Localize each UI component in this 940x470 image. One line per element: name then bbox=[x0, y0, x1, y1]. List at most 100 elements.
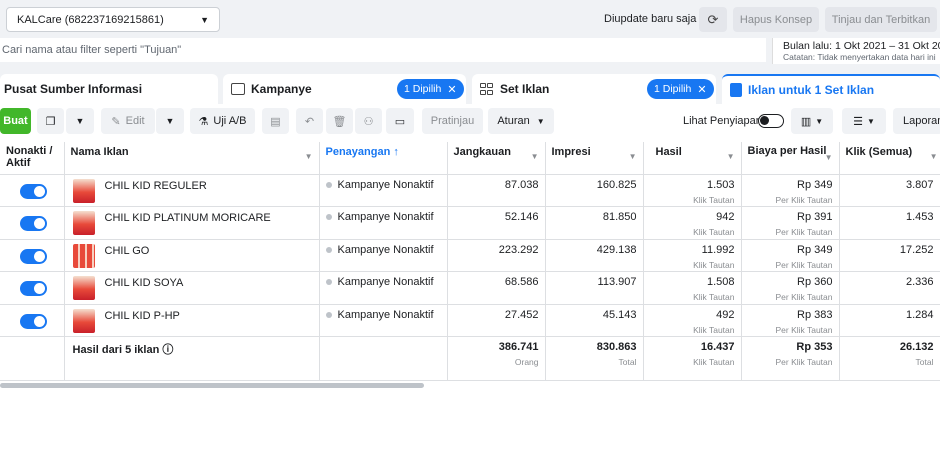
clicks-value: 17.252 bbox=[839, 239, 940, 272]
tab-info-center[interactable]: Pusat Sumber Informasi bbox=[0, 74, 218, 104]
adset-selected-label: 1 Dipilih bbox=[654, 83, 692, 95]
tab-campaigns[interactable]: Kampanye 1 Dipilih ✕ bbox=[223, 74, 466, 104]
ad-toggle[interactable] bbox=[20, 248, 47, 264]
caret-down-icon: ▼ bbox=[536, 116, 545, 126]
ad-toggle[interactable] bbox=[20, 183, 47, 199]
date-range-note: Catatan: Tidak menyertakan data hari ini bbox=[783, 52, 936, 62]
edit-button[interactable]: ✎ Edit bbox=[101, 108, 155, 134]
account-name: KALCare (682237169215861) bbox=[17, 13, 164, 26]
ad-toggle[interactable] bbox=[20, 281, 47, 296]
table-row[interactable]: CHIL KID SOYA Kampanye Nonaktif 68.586 1… bbox=[0, 271, 940, 305]
col-name[interactable]: Nama Iklan ▼ bbox=[64, 142, 320, 175]
ad-name[interactable]: CHIL KID PLATINUM MORICARE bbox=[105, 212, 271, 224]
breakdown-icon[interactable]: ☰ ▼ bbox=[842, 108, 886, 134]
account-selector[interactable]: KALCare (682237169215861) ▼ bbox=[6, 7, 220, 32]
ad-name[interactable]: CHIL KID REGULER bbox=[105, 180, 207, 192]
refresh-icon[interactable]: ⟳ bbox=[699, 7, 727, 32]
search-input[interactable]: Cari nama atau filter seperti "Tujuan" bbox=[0, 38, 766, 62]
ad-name[interactable]: CHIL KID P-HP bbox=[105, 310, 180, 322]
col-cost[interactable]: Biaya per Hasil ▼ bbox=[741, 142, 840, 175]
ab-test-button[interactable]: ⚗ Uji A/B bbox=[190, 108, 255, 134]
col-impressions-label: Impresi bbox=[551, 146, 591, 158]
delivery-status: Kampanye Nonaktif bbox=[337, 178, 434, 191]
close-icon[interactable]: ✕ bbox=[447, 83, 456, 96]
ad-name[interactable]: CHIL KID SOYA bbox=[105, 277, 184, 289]
table-row[interactable]: CHIL KID PLATINUM MORICARE Kampanye Nona… bbox=[0, 206, 940, 240]
reach-value: 52.146 bbox=[447, 206, 546, 240]
col-delivery[interactable]: Penayangan ↑ bbox=[319, 142, 448, 175]
col-clicks[interactable]: Klik (Semua) ▼ bbox=[839, 142, 940, 175]
totals-clicks-unit: Total bbox=[915, 357, 934, 367]
status-dot-icon bbox=[325, 279, 332, 286]
preview-button[interactable]: Pratinjau bbox=[422, 108, 483, 134]
date-range-picker[interactable]: Bulan lalu: 1 Okt 2021 – 31 Okt 2021 Cat… bbox=[772, 38, 940, 64]
trash-icon[interactable]: 🗑 bbox=[326, 108, 353, 134]
review-publish-button[interactable]: Tinjau dan Terbitkan bbox=[825, 7, 937, 32]
totals-cost: Rp 353 bbox=[796, 341, 833, 353]
clicks-value: 1.453 bbox=[839, 206, 940, 240]
horizontal-scrollbar[interactable] bbox=[0, 383, 424, 388]
impressions-value: 160.825 bbox=[545, 174, 644, 207]
delivery-status: Kampanye Nonaktif bbox=[337, 211, 434, 223]
table-row[interactable]: CHIL KID P-HP Kampanye Nonaktif 27.452 4… bbox=[0, 304, 940, 337]
create-button[interactable]: Buat bbox=[0, 108, 31, 134]
delivery-status: Kampanye Nonaktif bbox=[337, 276, 434, 288]
col-reach[interactable]: Jangkauan ▼ bbox=[447, 142, 546, 175]
caret-down-icon[interactable]: ▼ bbox=[156, 108, 184, 134]
duplicate-icon[interactable]: ❐ bbox=[37, 108, 64, 134]
updated-status: Diupdate baru saja bbox=[604, 13, 697, 25]
reach-value: 87.038 bbox=[447, 174, 546, 207]
caret-down-icon: ▼ bbox=[726, 152, 735, 161]
reach-value: 68.586 bbox=[447, 271, 546, 305]
table-row[interactable]: CHIL KID REGULER Kampanye Nonaktif 87.03… bbox=[0, 174, 940, 207]
ad-toggle[interactable] bbox=[20, 313, 47, 329]
columns-icon[interactable]: ▥ ▼ bbox=[791, 108, 833, 134]
col-cost-label: Biaya per Hasil bbox=[747, 145, 827, 157]
ad-thumbnail bbox=[72, 276, 95, 300]
table-row[interactable]: CHIL GO Kampanye Nonaktif 223.292 429.13… bbox=[0, 239, 940, 272]
clipboard-icon[interactable]: ▤ bbox=[262, 108, 289, 134]
caret-down-icon: ▼ bbox=[824, 153, 833, 162]
col-results[interactable]: Hasil ▼ bbox=[643, 142, 742, 175]
cost-value: Rp 383 bbox=[797, 308, 833, 321]
col-impressions[interactable]: Impresi ▼ bbox=[545, 142, 644, 175]
tab-ads[interactable]: Iklan untuk 1 Set Iklan bbox=[722, 74, 940, 104]
cost-value: Rp 391 bbox=[797, 211, 833, 223]
ad-name[interactable]: CHIL GO bbox=[105, 245, 150, 257]
folder-icon bbox=[231, 83, 245, 95]
tab-campaigns-label: Kampanye bbox=[251, 82, 312, 96]
info-icon[interactable]: ⓘ bbox=[162, 344, 173, 356]
view-setup-toggle[interactable] bbox=[758, 114, 784, 128]
status-dot-icon bbox=[325, 311, 332, 318]
impressions-value: 113.907 bbox=[545, 271, 644, 305]
totals-clicks: 26.132 bbox=[899, 341, 934, 353]
caret-down-icon[interactable]: ▼ bbox=[66, 108, 94, 134]
grid-icon bbox=[480, 83, 494, 95]
reach-value: 27.452 bbox=[447, 304, 546, 337]
totals-label: Hasil dari 5 iklan bbox=[72, 344, 160, 356]
caret-down-icon: ▼ bbox=[200, 14, 209, 25]
close-icon[interactable]: ✕ bbox=[697, 83, 706, 96]
totals-row: Hasil dari 5 iklan ⓘ 386.741 Orang 830.86… bbox=[0, 336, 940, 381]
ad-thumbnail bbox=[72, 178, 95, 203]
reports-button[interactable]: Laporan bbox=[893, 108, 940, 134]
rules-button[interactable]: Aturan ▼ bbox=[488, 108, 554, 134]
ad-toggle[interactable] bbox=[20, 216, 47, 231]
pencil-icon: ✎ bbox=[111, 115, 121, 128]
status-dot-icon bbox=[325, 246, 332, 253]
col-active[interactable]: Nonakti / Aktif bbox=[0, 142, 65, 175]
totals-impressions-unit: Total bbox=[618, 357, 637, 367]
col-reach-label: Jangkauan bbox=[453, 146, 511, 158]
discard-draft-button[interactable]: Hapus Konsep bbox=[733, 7, 819, 32]
tab-adsets[interactable]: Set Iklan 1 Dipilih ✕ bbox=[472, 74, 716, 104]
ad-thumbnail bbox=[72, 308, 95, 333]
undo-icon[interactable]: ↶ bbox=[296, 108, 323, 134]
ads-table: Nonakti / Aktif Nama Iklan ▼ Penayangan ↑… bbox=[0, 142, 940, 381]
results-unit: Klik Tautan bbox=[693, 227, 735, 237]
adset-selected-pill[interactable]: 1 Dipilih ✕ bbox=[647, 79, 714, 99]
campaign-selected-pill[interactable]: 1 Dipilih ✕ bbox=[397, 79, 464, 99]
comment-icon[interactable]: ▭ bbox=[386, 108, 414, 134]
tag-icon[interactable]: ⚇ bbox=[355, 108, 382, 134]
cost-unit: Per Klik Tautan bbox=[775, 227, 833, 237]
cost-unit: Per Klik Tautan bbox=[775, 194, 833, 205]
